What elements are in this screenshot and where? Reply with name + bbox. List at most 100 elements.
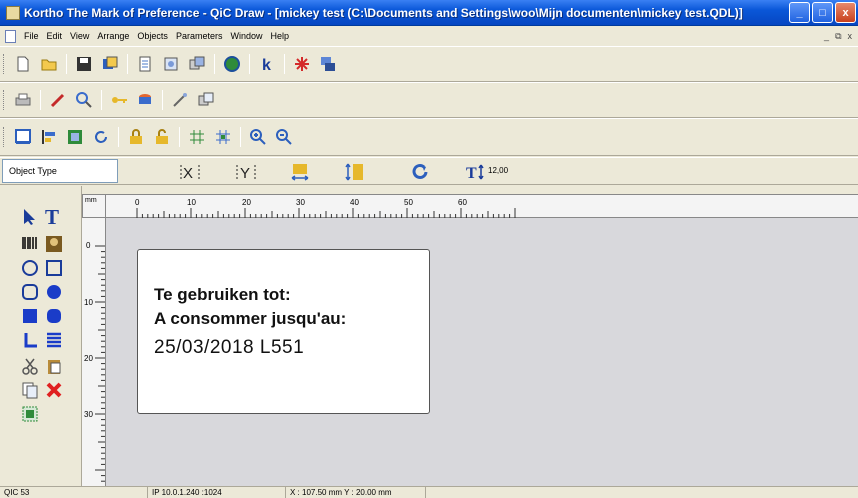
object-type-field[interactable]: Object Type (2, 159, 118, 183)
h-tick-label: 30 (296, 198, 305, 207)
align-icon[interactable] (38, 126, 60, 148)
svg-text:T: T (466, 165, 477, 182)
v-tick-label: 20 (84, 354, 93, 363)
v-tick-label: 30 (84, 410, 93, 419)
document-icon[interactable] (134, 53, 156, 75)
printer-status: QIC 53 (0, 487, 148, 498)
title-bar[interactable]: Kortho The Mark of Preference - QiC Draw… (0, 0, 858, 26)
magnifier-icon[interactable] (73, 89, 95, 111)
svg-text:Y: Y (240, 165, 250, 181)
mdi-minimize-button[interactable]: _ (824, 31, 829, 42)
arrange-toolbar (0, 118, 858, 156)
h-tick-label: 20 (242, 198, 251, 207)
select-arrow-icon[interactable] (20, 206, 40, 226)
rounded-rectangle-icon[interactable] (20, 282, 40, 302)
h-tick-label: 0 (135, 198, 140, 207)
maximize-button[interactable]: □ (812, 2, 833, 23)
resize-horizontal-icon[interactable] (286, 160, 314, 184)
empty-status-pane (426, 487, 858, 498)
filled-ellipse-icon[interactable] (44, 282, 64, 302)
coordinates-status: X : 107.50 mm Y : 20.00 mm (286, 487, 426, 498)
menu-edit[interactable]: Edit (43, 31, 67, 41)
stack-icon[interactable] (317, 53, 339, 75)
resize-vertical-icon[interactable] (340, 160, 368, 184)
layers-icon[interactable] (195, 89, 217, 111)
filled-rectangle-icon[interactable] (20, 306, 40, 326)
ip-status: IP 10.0.1.240 :1024 (148, 487, 286, 498)
table-tool-icon[interactable] (44, 330, 64, 350)
tools-toolbar (0, 82, 858, 118)
menu-help[interactable]: Help (266, 31, 293, 41)
flip-x-icon[interactable]: X (176, 160, 204, 184)
rotate-icon[interactable] (90, 126, 112, 148)
save-icon[interactable] (73, 53, 95, 75)
filled-rounded-rectangle-icon[interactable] (44, 306, 64, 326)
lock-icon[interactable] (125, 126, 147, 148)
open-folder-icon[interactable] (38, 53, 60, 75)
tools-icon[interactable] (169, 89, 191, 111)
menu-view[interactable]: View (66, 31, 93, 41)
zoom-out-icon[interactable] (273, 126, 295, 148)
globe-icon[interactable] (221, 53, 243, 75)
horizontal-ruler: 0 10 20 30 40 50 60 (106, 194, 858, 218)
app-icon[interactable] (6, 5, 20, 20)
pen-icon[interactable] (47, 89, 69, 111)
save-all-icon[interactable] (99, 53, 121, 75)
v-tick-label: 10 (84, 298, 93, 307)
menu-arrange[interactable]: Arrange (93, 31, 133, 41)
menu-file[interactable]: File (20, 31, 43, 41)
label-text-line-2[interactable]: A consommer jusqu'au: (154, 309, 346, 329)
asterisk-icon[interactable] (291, 53, 313, 75)
kortho-k-icon[interactable]: k (256, 53, 278, 75)
cut-icon[interactable] (20, 356, 40, 376)
line-tool-icon[interactable] (20, 330, 40, 350)
menu-window[interactable]: Window (226, 31, 266, 41)
copy-format-icon[interactable] (186, 53, 208, 75)
menu-parameters[interactable]: Parameters (172, 31, 227, 41)
object-bar: Object Type X Y T 12,00 (0, 157, 858, 185)
label-text-line-1[interactable]: Te gebruiken tot: (154, 285, 291, 305)
label-page[interactable]: Te gebruiken tot: A consommer jusqu'au: … (137, 249, 430, 414)
text-tool-icon[interactable]: T (44, 206, 64, 226)
paste-icon[interactable] (44, 356, 64, 376)
close-button[interactable]: x (835, 2, 856, 23)
standard-toolbar: k (0, 46, 858, 82)
mdi-close-button[interactable]: x (848, 31, 853, 42)
ellipse-icon[interactable] (20, 258, 40, 278)
image-icon[interactable] (44, 234, 64, 254)
svg-text:T: T (45, 206, 59, 226)
minimize-button[interactable]: _ (789, 2, 810, 23)
grid-snap-icon[interactable] (212, 126, 234, 148)
copy-icon[interactable] (20, 380, 40, 400)
font-size-value: 12,00 (488, 166, 509, 175)
flip-y-icon[interactable]: Y (232, 160, 260, 184)
key-icon[interactable] (108, 89, 130, 111)
database-icon[interactable] (134, 89, 156, 111)
barcode-icon[interactable] (20, 234, 40, 254)
menu-bar: File Edit View Arrange Objects Parameter… (0, 26, 858, 46)
h-tick-label: 10 (187, 198, 196, 207)
label-text-line-3[interactable]: 25/03/2018 L551 (154, 337, 304, 359)
text-size-icon[interactable]: T (462, 160, 490, 184)
h-tick-label: 60 (458, 198, 467, 207)
frame-icon[interactable] (64, 126, 86, 148)
document-icon[interactable] (5, 29, 16, 43)
printer-icon[interactable] (12, 89, 34, 111)
mdi-restore-button[interactable]: ⧉ (835, 31, 841, 42)
rotate-object-icon[interactable] (406, 160, 434, 184)
vertical-ruler: 0 10 20 30 (82, 218, 106, 486)
zoom-in-icon[interactable] (247, 126, 269, 148)
object-palette: T (0, 186, 82, 486)
h-tick-label: 40 (350, 198, 359, 207)
unlock-icon[interactable] (151, 126, 173, 148)
window-title: Kortho The Mark of Preference - QiC Draw… (24, 5, 743, 20)
delete-icon[interactable] (44, 380, 64, 400)
grid-icon[interactable] (186, 126, 208, 148)
print-preview-icon[interactable] (160, 53, 182, 75)
group-icon[interactable] (20, 404, 40, 424)
menu-objects[interactable]: Objects (133, 31, 172, 41)
window-icon[interactable] (12, 126, 34, 148)
rectangle-icon[interactable] (44, 258, 64, 278)
design-canvas[interactable]: Te gebruiken tot: A consommer jusqu'au: … (106, 218, 858, 486)
new-file-icon[interactable] (12, 53, 34, 75)
